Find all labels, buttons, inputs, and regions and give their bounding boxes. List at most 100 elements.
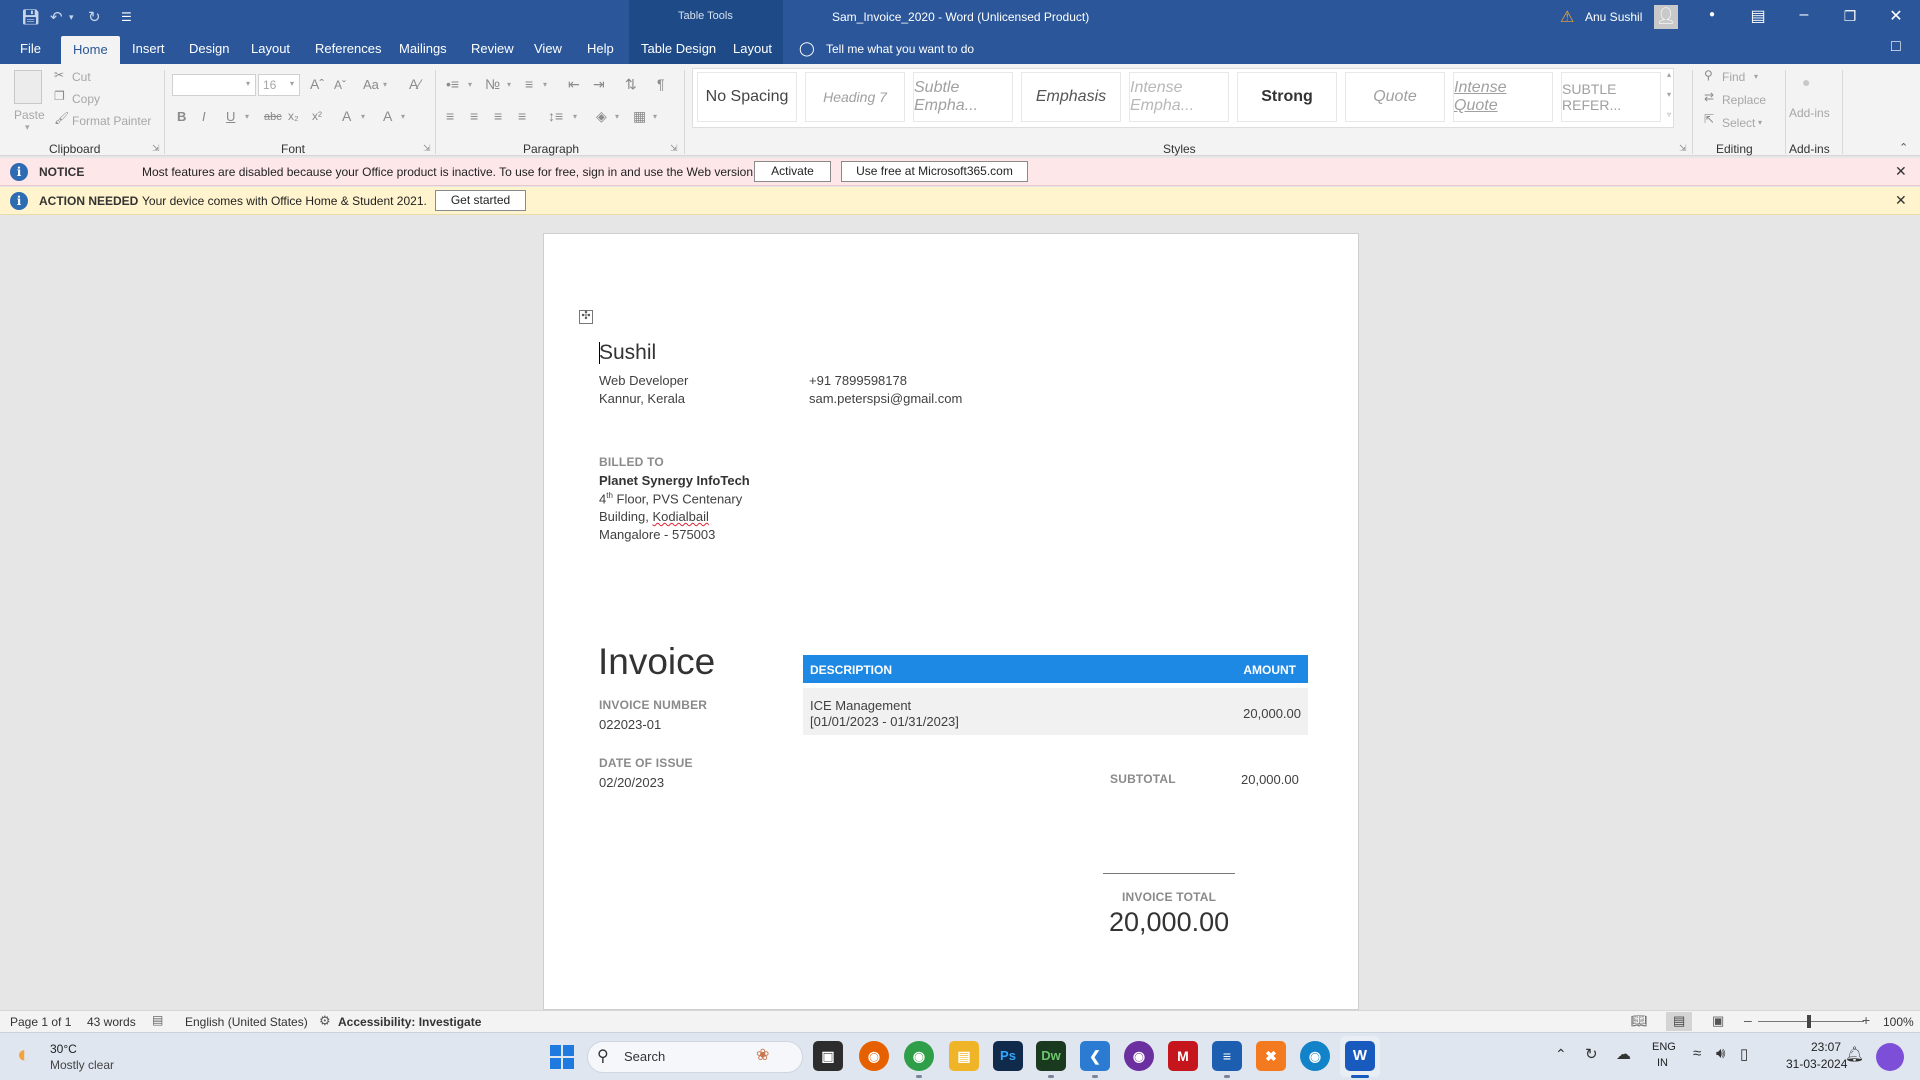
ribbon-display-icon[interactable]: ▤ [1738,6,1778,26]
tell-me-search[interactable]: Tell me what you want to do [826,42,974,56]
find-dropdown-icon[interactable]: ▾ [1754,72,1758,81]
change-case-icon[interactable]: Aa [363,77,379,92]
file-explorer-icon[interactable]: ▤ [949,1041,979,1071]
decrease-indent-icon[interactable]: ⇤ [568,76,580,93]
show-formatting-icon[interactable]: ¶ [657,76,665,92]
edge-icon[interactable]: ◉ [1300,1041,1330,1071]
line-spacing-icon[interactable]: ↕≡ [548,108,563,124]
tab-view[interactable]: View [534,41,562,56]
style-no-spacing[interactable]: No Spacing [697,72,797,122]
zoom-level[interactable]: 100% [1883,1015,1914,1029]
superscript-icon[interactable]: x² [312,109,322,123]
sender-role[interactable]: Web Developer [599,373,688,388]
style-intense-quote[interactable]: Intense Quote [1453,72,1553,122]
multilevel-dropdown-icon[interactable]: ▾ [543,80,547,89]
styles-launcher-icon[interactable]: ⇲ [1679,143,1687,154]
tab-review[interactable]: Review [471,41,514,56]
sender-location[interactable]: Kannur, Kerala [599,391,685,406]
shrink-font-icon[interactable]: Aˇ [334,78,346,92]
close-notice-icon[interactable]: ✕ [1895,163,1907,180]
invoice-title[interactable]: Invoice [598,641,715,683]
align-center-icon[interactable]: ≡ [470,108,478,124]
underline-dropdown-icon[interactable]: ▾ [245,112,249,121]
select-dropdown-icon[interactable]: ▾ [1758,118,1762,127]
table-move-handle-icon[interactable]: ✣ [579,310,593,324]
numbering-icon[interactable]: № [485,76,500,92]
style-heading-7[interactable]: Heading 7 [805,72,905,122]
invoice-number[interactable]: 022023-01 [599,717,661,732]
user-name[interactable]: Anu Sushil [1585,10,1642,24]
use-free-button[interactable]: Use free at Microsoft365.com [841,161,1028,182]
notepad-icon[interactable]: ≡ [1212,1041,1242,1071]
page-count[interactable]: Page 1 of 1 [10,1015,71,1029]
clear-formatting-icon[interactable]: A∕ [409,76,421,92]
tab-insert[interactable]: Insert [132,41,165,56]
read-mode-icon[interactable]: 📖︎ [1631,1013,1648,1029]
sender-phone[interactable]: +91 7899598178 [809,373,907,388]
undo-icon[interactable]: ↶ [50,8,63,26]
spelling-error-word[interactable]: Kodialbail [652,509,708,524]
lightbulb-icon[interactable]: ◯ [799,40,815,57]
photoshop-icon[interactable]: Ps [993,1041,1023,1071]
tab-table-layout[interactable]: Layout [733,41,772,56]
zoom-in-icon[interactable]: + [1862,1012,1870,1028]
shading-icon[interactable]: ◈ [596,108,607,125]
row-period[interactable]: [01/01/2023 - 01/31/2023] [810,714,959,729]
clipboard-launcher-icon[interactable]: ⇲ [152,143,160,154]
volume-icon[interactable]: 🔊︎ [1716,1045,1725,1062]
style-intense-emphasis[interactable]: Intense Empha... [1129,72,1229,122]
date-of-issue[interactable]: 02/20/2023 [599,775,664,790]
input-language-bottom[interactable]: IN [1657,1057,1668,1069]
strikethrough-icon[interactable]: abc [264,111,282,123]
styles-more-icon[interactable]: ▿ [1667,110,1671,119]
get-started-button[interactable]: Get started [435,190,526,211]
notifications-icon[interactable]: 🔔︎ [1845,1045,1864,1063]
style-subtle-reference[interactable]: SUBTLE REFER... [1561,72,1661,122]
avatar[interactable]: 👤︎ [1654,5,1678,29]
zoom-slider[interactable] [1758,1021,1864,1022]
grow-font-icon[interactable]: Aˆ [310,76,324,92]
collapse-ribbon-icon[interactable]: ⌃ [1899,141,1908,154]
style-subtle-emphasis[interactable]: Subtle Empha... [913,72,1013,122]
borders-dropdown-icon[interactable]: ▾ [653,112,657,121]
tab-mailings[interactable]: Mailings [399,41,447,56]
paste-dropdown-icon[interactable]: ▾ [25,122,30,133]
chrome-icon[interactable]: ◉ [904,1041,934,1071]
tab-references[interactable]: References [315,41,381,56]
line-spacing-dropdown-icon[interactable]: ▾ [573,112,577,121]
italic-icon[interactable]: I [202,109,206,124]
tab-design[interactable]: Design [189,41,229,56]
web-layout-icon[interactable]: ▣ [1712,1013,1724,1029]
mcafee-icon[interactable]: M [1168,1041,1198,1071]
row-amount[interactable]: 20,000.00 [1243,706,1301,721]
add-ins-button[interactable]: Add-ins [1789,106,1830,120]
style-emphasis[interactable]: Emphasis [1021,72,1121,122]
align-right-icon[interactable]: ≡ [494,108,502,124]
xampp-icon[interactable]: ✖ [1256,1041,1286,1071]
coauthoring-dot-icon[interactable]: ● [1709,9,1715,20]
bold-icon[interactable]: B [177,109,186,124]
replace-button[interactable]: Replace [1722,93,1766,107]
bullets-icon[interactable]: •≡ [446,76,459,92]
subtotal-value[interactable]: 20,000.00 [1241,772,1299,787]
show-hidden-icons-icon[interactable]: ⌃ [1555,1046,1567,1063]
font-color-icon[interactable]: A [383,108,392,124]
cut-button[interactable]: Cut [72,70,91,84]
task-view-icon[interactable]: ▣ [813,1041,843,1071]
invoice-total-value[interactable]: 20,000.00 [1109,907,1229,938]
tab-table-design[interactable]: Table Design [641,41,716,56]
borders-icon[interactable]: ▦ [633,108,646,125]
restore-icon[interactable]: ❐ [1830,8,1870,25]
font-color-dropdown-icon[interactable]: ▾ [401,112,405,121]
tab-home[interactable]: Home [61,36,120,64]
sender-email[interactable]: sam.peterspsi@gmail.com [809,391,962,406]
warning-icon[interactable]: ⚠ [1560,7,1574,27]
font-launcher-icon[interactable]: ⇲ [423,143,431,154]
accessibility-status[interactable]: Accessibility: Investigate [338,1015,481,1029]
style-strong[interactable]: Strong [1237,72,1337,122]
customize-toolbar-icon[interactable]: ☰ [121,10,132,24]
font-name-dropdown-icon[interactable]: ▾ [246,79,250,88]
style-quote[interactable]: Quote [1345,72,1445,122]
vscode-icon[interactable]: ❮ [1080,1041,1110,1071]
battery-icon[interactable]: ▯ [1740,1045,1748,1063]
